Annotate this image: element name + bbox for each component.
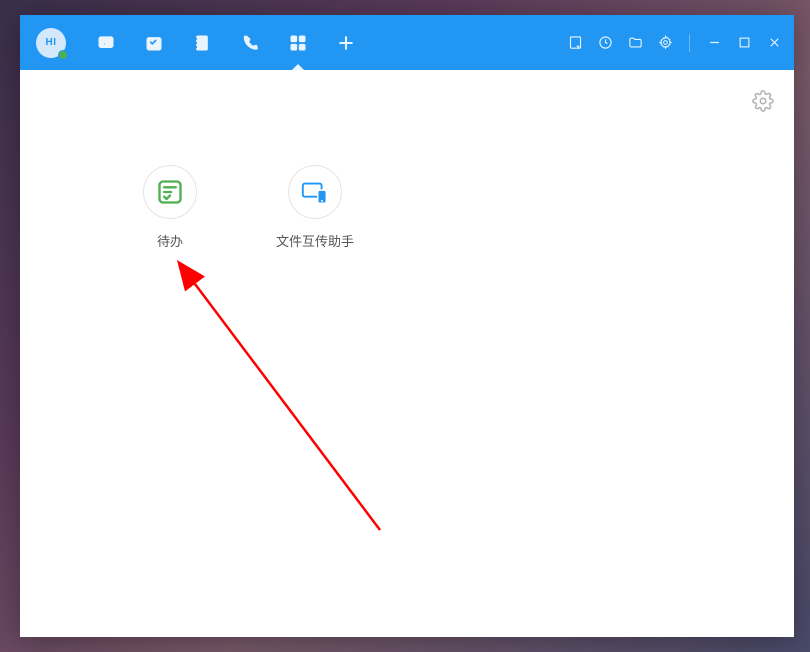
app-grid: 待办 文件互传助手 [130,165,355,250]
titlebar-nav: H! [96,33,356,53]
app-label-file-transfer: 文件互传助手 [276,231,354,250]
titlebar-right [567,15,782,70]
status-indicator [58,50,68,60]
apps-icon[interactable] [288,33,308,53]
app-item-todo[interactable]: 待办 [130,165,210,250]
app-label-todo: 待办 [157,231,183,250]
note-icon[interactable] [567,35,583,51]
phone-icon[interactable] [240,33,260,53]
plus-icon[interactable] [336,33,356,53]
annotation-arrow [20,70,794,637]
file-transfer-icon [300,177,330,207]
avatar[interactable]: HI [36,28,66,58]
close-button[interactable] [766,35,782,51]
content-area: 待办 文件互传助手 [20,70,794,637]
main-window: HI H! [20,15,794,637]
titlebar: HI H! [20,15,794,70]
todo-icon [156,178,184,206]
avatar-text: HI [46,37,57,48]
minimize-button[interactable] [706,35,722,51]
settings-small-icon[interactable] [657,35,673,51]
folder-icon[interactable] [627,35,643,51]
gear-icon[interactable] [752,90,774,112]
notebook-icon[interactable] [192,33,212,53]
svg-text:H!: H! [102,37,110,46]
chat-icon[interactable]: H! [96,33,116,53]
app-item-file-transfer[interactable]: 文件互传助手 [275,165,355,250]
history-icon[interactable] [597,35,613,51]
app-circle-todo [143,165,197,219]
maximize-button[interactable] [736,35,752,51]
titlebar-divider [689,34,690,52]
calendar-icon[interactable] [144,33,164,53]
window-controls [706,35,782,51]
app-circle-file-transfer [288,165,342,219]
